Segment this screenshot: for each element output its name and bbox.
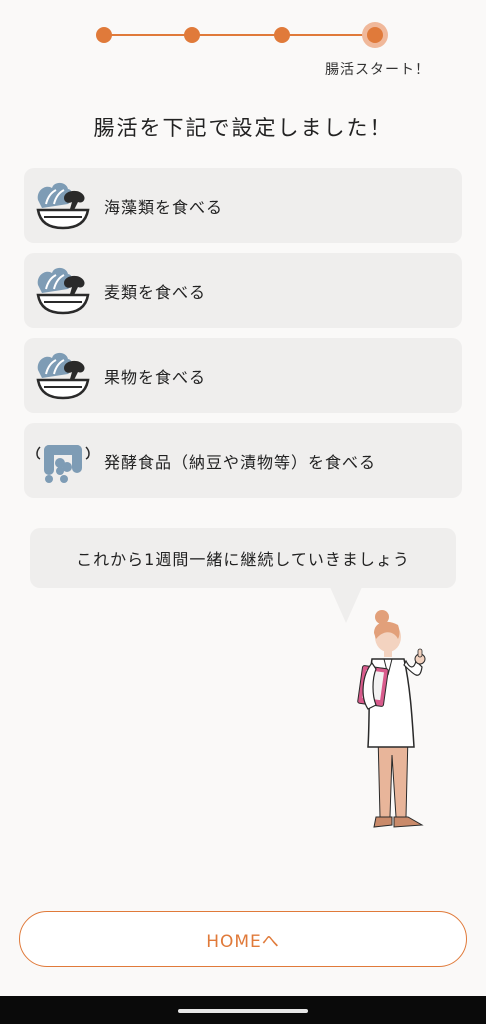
salad-bowl-icon <box>36 352 90 399</box>
list-item: 海藻類を食べる <box>24 168 462 243</box>
list-item: 麦類を食べる <box>24 253 462 328</box>
intestine-icon <box>36 444 90 483</box>
item-label: 果物を食べる <box>104 367 207 387</box>
home-button[interactable]: HOMEへ <box>19 911 467 967</box>
salad-bowl-icon <box>36 182 90 229</box>
current-step-label: 腸活スタート！ <box>325 62 430 78</box>
item-label: 麦類を食べる <box>104 282 207 302</box>
home-gesture-handle[interactable] <box>178 1009 308 1013</box>
step-3-dot <box>274 27 290 43</box>
step-4-dot-current <box>362 22 388 48</box>
salad-bowl-icon <box>36 267 90 314</box>
system-nav-bar <box>0 996 486 1024</box>
list-item: 発酵食品（納豆や漬物等）を食べる <box>24 423 462 498</box>
progress-stepper <box>96 22 392 48</box>
doctor-illustration <box>357 610 426 828</box>
progress-line <box>104 34 376 36</box>
list-item: 果物を食べる <box>24 338 462 413</box>
step-2-dot <box>184 27 200 43</box>
item-label: 海藻類を食べる <box>104 197 224 217</box>
page-title: 腸活を下記で設定しました！ <box>93 116 393 140</box>
step-1-dot <box>96 27 112 43</box>
item-label: 発酵食品（納豆や漬物等）を食べる <box>104 452 377 472</box>
speech-bubble: これから1週間一緒に継続していきましょう <box>30 528 456 588</box>
settings-list: 海藻類を食べる 麦類を食べる 果物を食べる 発酵食品（納豆や漬物等）を食べる <box>24 168 462 508</box>
